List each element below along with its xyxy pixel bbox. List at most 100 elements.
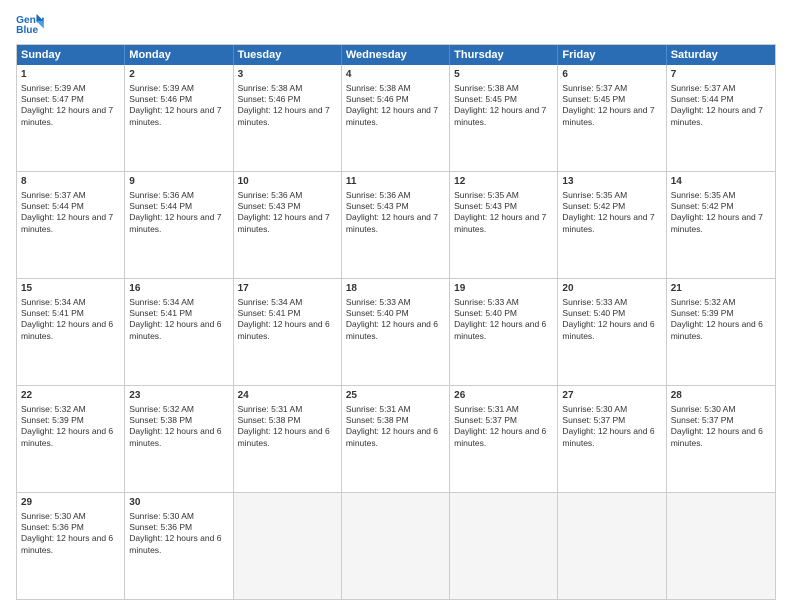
header-day-tuesday: Tuesday — [234, 45, 342, 65]
calendar-row-1: 8Sunrise: 5:37 AMSunset: 5:44 PMDaylight… — [17, 171, 775, 278]
day-cell-25: 25Sunrise: 5:31 AMSunset: 5:38 PMDayligh… — [342, 386, 450, 492]
day-number: 16 — [129, 282, 228, 296]
daylight: Daylight: 12 hours and 6 minutes. — [129, 319, 221, 340]
day-cell-19: 19Sunrise: 5:33 AMSunset: 5:40 PMDayligh… — [450, 279, 558, 385]
day-number: 25 — [346, 389, 445, 403]
sunset: Sunset: 5:37 PM — [454, 415, 517, 425]
sunset: Sunset: 5:45 PM — [454, 94, 517, 104]
day-number: 23 — [129, 389, 228, 403]
daylight: Daylight: 12 hours and 6 minutes. — [129, 533, 221, 554]
day-cell-10: 10Sunrise: 5:36 AMSunset: 5:43 PMDayligh… — [234, 172, 342, 278]
day-cell-12: 12Sunrise: 5:35 AMSunset: 5:43 PMDayligh… — [450, 172, 558, 278]
daylight: Daylight: 12 hours and 7 minutes. — [454, 105, 546, 126]
sunrise: Sunrise: 5:36 AM — [346, 190, 411, 200]
day-number: 9 — [129, 175, 228, 189]
sunrise: Sunrise: 5:36 AM — [238, 190, 303, 200]
day-number: 21 — [671, 282, 771, 296]
calendar-header: SundayMondayTuesdayWednesdayThursdayFrid… — [17, 45, 775, 65]
header-day-sunday: Sunday — [17, 45, 125, 65]
sunset: Sunset: 5:40 PM — [346, 308, 409, 318]
day-cell-20: 20Sunrise: 5:33 AMSunset: 5:40 PMDayligh… — [558, 279, 666, 385]
sunrise: Sunrise: 5:31 AM — [238, 404, 303, 414]
logo-icon: General Blue — [16, 12, 44, 36]
sunset: Sunset: 5:44 PM — [129, 201, 192, 211]
day-cell-9: 9Sunrise: 5:36 AMSunset: 5:44 PMDaylight… — [125, 172, 233, 278]
sunrise: Sunrise: 5:30 AM — [562, 404, 627, 414]
sunset: Sunset: 5:38 PM — [129, 415, 192, 425]
sunrise: Sunrise: 5:37 AM — [671, 83, 736, 93]
empty-cell — [450, 493, 558, 599]
daylight: Daylight: 12 hours and 7 minutes. — [129, 212, 221, 233]
sunrise: Sunrise: 5:33 AM — [346, 297, 411, 307]
daylight: Daylight: 12 hours and 7 minutes. — [562, 105, 654, 126]
sunset: Sunset: 5:39 PM — [21, 415, 84, 425]
day-number: 13 — [562, 175, 661, 189]
day-number: 19 — [454, 282, 553, 296]
day-cell-4: 4Sunrise: 5:38 AMSunset: 5:46 PMDaylight… — [342, 65, 450, 171]
sunset: Sunset: 5:37 PM — [562, 415, 625, 425]
day-cell-27: 27Sunrise: 5:30 AMSunset: 5:37 PMDayligh… — [558, 386, 666, 492]
sunrise: Sunrise: 5:32 AM — [671, 297, 736, 307]
sunset: Sunset: 5:37 PM — [671, 415, 734, 425]
header-day-saturday: Saturday — [667, 45, 775, 65]
sunset: Sunset: 5:46 PM — [129, 94, 192, 104]
sunset: Sunset: 5:36 PM — [129, 522, 192, 532]
sunrise: Sunrise: 5:39 AM — [129, 83, 194, 93]
daylight: Daylight: 12 hours and 6 minutes. — [21, 426, 113, 447]
daylight: Daylight: 12 hours and 6 minutes. — [238, 426, 330, 447]
sunset: Sunset: 5:43 PM — [454, 201, 517, 211]
sunrise: Sunrise: 5:33 AM — [454, 297, 519, 307]
sunrise: Sunrise: 5:32 AM — [21, 404, 86, 414]
daylight: Daylight: 12 hours and 7 minutes. — [671, 212, 763, 233]
day-number: 22 — [21, 389, 120, 403]
calendar-row-3: 22Sunrise: 5:32 AMSunset: 5:39 PMDayligh… — [17, 385, 775, 492]
sunrise: Sunrise: 5:38 AM — [454, 83, 519, 93]
svg-text:Blue: Blue — [16, 25, 38, 36]
day-cell-21: 21Sunrise: 5:32 AMSunset: 5:39 PMDayligh… — [667, 279, 775, 385]
day-number: 14 — [671, 175, 771, 189]
daylight: Daylight: 12 hours and 7 minutes. — [238, 212, 330, 233]
day-cell-26: 26Sunrise: 5:31 AMSunset: 5:37 PMDayligh… — [450, 386, 558, 492]
day-cell-14: 14Sunrise: 5:35 AMSunset: 5:42 PMDayligh… — [667, 172, 775, 278]
sunrise: Sunrise: 5:34 AM — [238, 297, 303, 307]
sunset: Sunset: 5:39 PM — [671, 308, 734, 318]
sunset: Sunset: 5:46 PM — [346, 94, 409, 104]
sunrise: Sunrise: 5:35 AM — [671, 190, 736, 200]
daylight: Daylight: 12 hours and 6 minutes. — [671, 319, 763, 340]
calendar: SundayMondayTuesdayWednesdayThursdayFrid… — [16, 44, 776, 600]
sunrise: Sunrise: 5:38 AM — [346, 83, 411, 93]
daylight: Daylight: 12 hours and 7 minutes. — [238, 105, 330, 126]
daylight: Daylight: 12 hours and 6 minutes. — [562, 426, 654, 447]
day-number: 24 — [238, 389, 337, 403]
daylight: Daylight: 12 hours and 7 minutes. — [346, 212, 438, 233]
sunrise: Sunrise: 5:35 AM — [454, 190, 519, 200]
logo: General Blue — [16, 12, 44, 36]
header-day-wednesday: Wednesday — [342, 45, 450, 65]
sunrise: Sunrise: 5:32 AM — [129, 404, 194, 414]
sunset: Sunset: 5:42 PM — [562, 201, 625, 211]
sunset: Sunset: 5:47 PM — [21, 94, 84, 104]
day-cell-5: 5Sunrise: 5:38 AMSunset: 5:45 PMDaylight… — [450, 65, 558, 171]
daylight: Daylight: 12 hours and 7 minutes. — [562, 212, 654, 233]
day-number: 18 — [346, 282, 445, 296]
sunset: Sunset: 5:40 PM — [454, 308, 517, 318]
empty-cell — [558, 493, 666, 599]
daylight: Daylight: 12 hours and 7 minutes. — [21, 212, 113, 233]
empty-cell — [234, 493, 342, 599]
daylight: Daylight: 12 hours and 6 minutes. — [21, 533, 113, 554]
day-cell-30: 30Sunrise: 5:30 AMSunset: 5:36 PMDayligh… — [125, 493, 233, 599]
sunset: Sunset: 5:36 PM — [21, 522, 84, 532]
day-number: 28 — [671, 389, 771, 403]
day-cell-11: 11Sunrise: 5:36 AMSunset: 5:43 PMDayligh… — [342, 172, 450, 278]
sunrise: Sunrise: 5:34 AM — [129, 297, 194, 307]
day-number: 11 — [346, 175, 445, 189]
sunset: Sunset: 5:44 PM — [671, 94, 734, 104]
day-number: 8 — [21, 175, 120, 189]
sunset: Sunset: 5:40 PM — [562, 308, 625, 318]
sunset: Sunset: 5:38 PM — [346, 415, 409, 425]
day-number: 3 — [238, 68, 337, 82]
daylight: Daylight: 12 hours and 6 minutes. — [238, 319, 330, 340]
day-number: 12 — [454, 175, 553, 189]
day-cell-22: 22Sunrise: 5:32 AMSunset: 5:39 PMDayligh… — [17, 386, 125, 492]
day-cell-15: 15Sunrise: 5:34 AMSunset: 5:41 PMDayligh… — [17, 279, 125, 385]
